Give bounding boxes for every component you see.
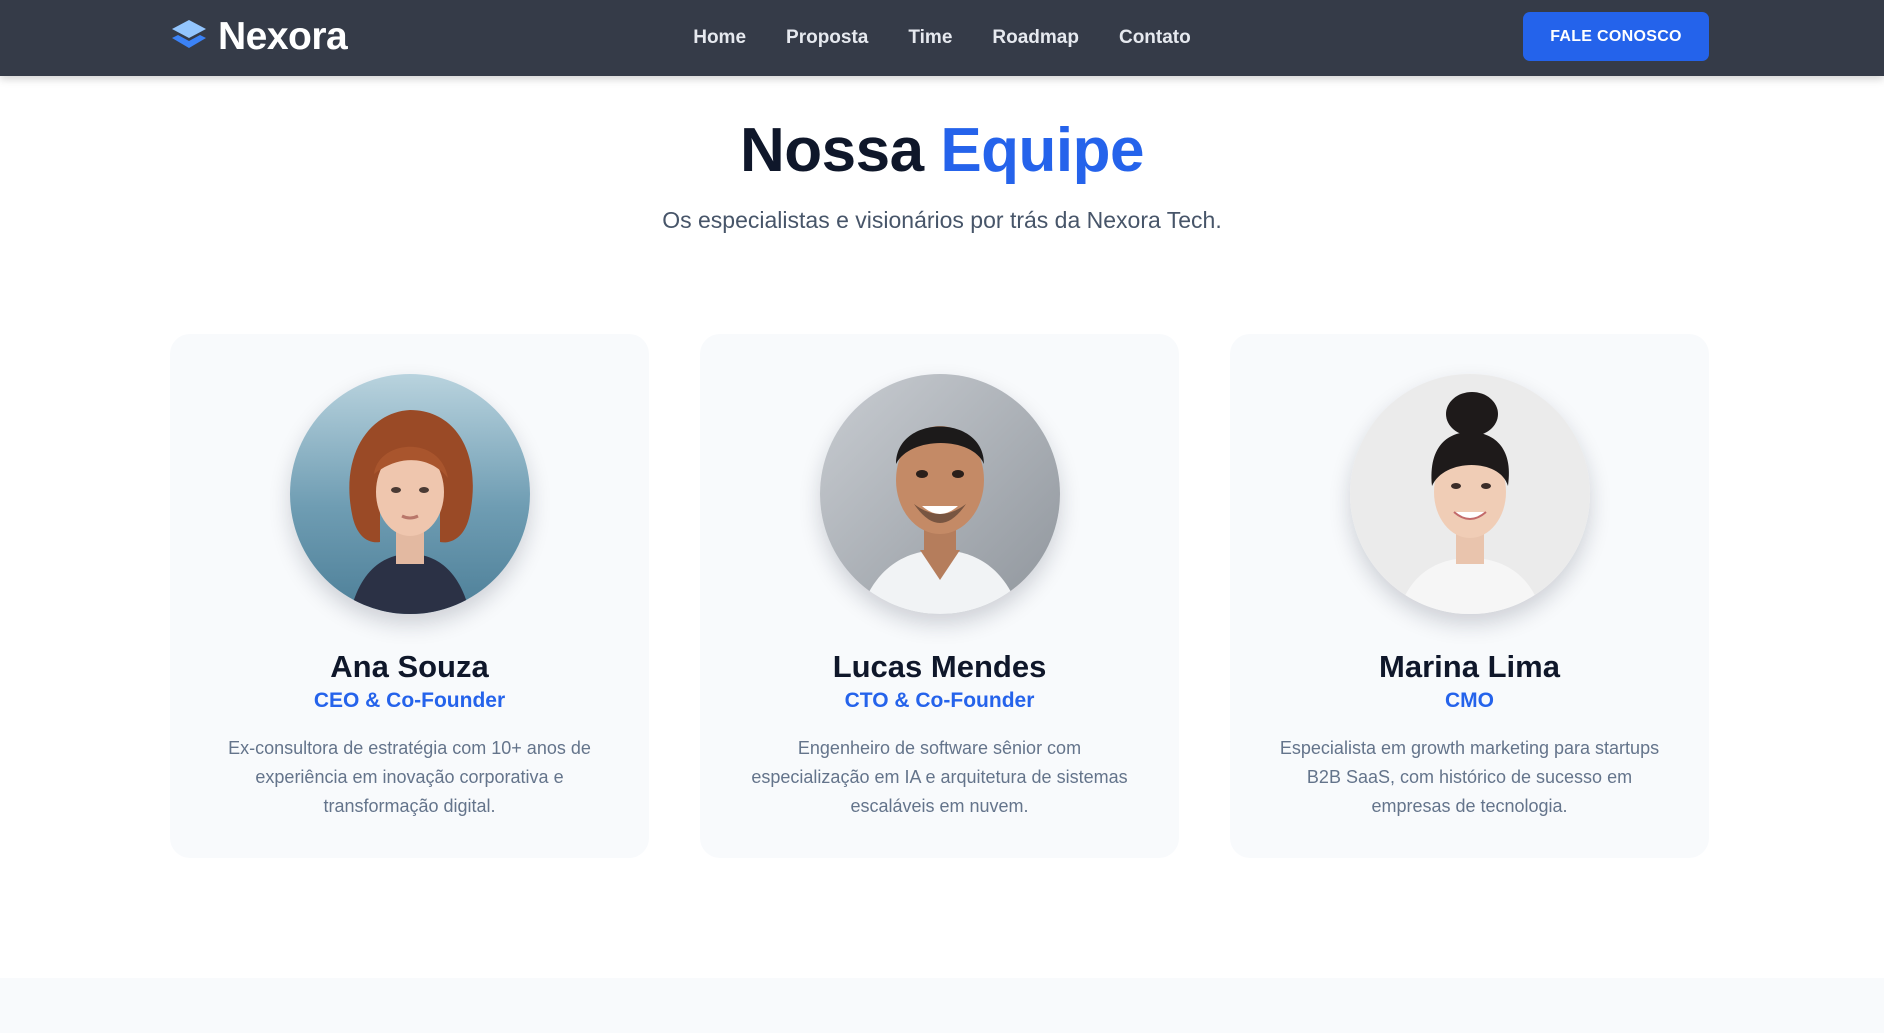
team-card-lucas-mendes: Lucas Mendes CTO & Co-Founder Engenheiro… <box>700 334 1179 858</box>
member-bio: Ex-consultora de estratégia com 10+ anos… <box>228 738 591 816</box>
contact-us-button[interactable]: FALE CONOSCO <box>1523 12 1709 61</box>
next-section-band <box>0 978 1884 1033</box>
avatar-marina-lima <box>1349 374 1590 614</box>
nav-link-proposta[interactable]: Proposta <box>786 27 868 49</box>
avatar-ana-souza <box>289 374 530 614</box>
team-section-header: Nossa Equipe Os especialistas e visionár… <box>0 108 1884 234</box>
team-card-ana-souza: Ana Souza CEO & Co-Founder Ex-consultora… <box>170 334 649 858</box>
portrait-photo <box>289 374 530 614</box>
brand-name: Nexora <box>218 15 348 58</box>
team-card-marina-lima: Marina Lima CMO Especialista em growth m… <box>1230 334 1709 858</box>
avatar-lucas-mendes <box>819 374 1060 614</box>
nav-link-time[interactable]: Time <box>908 27 952 49</box>
member-name: Marina Lima <box>1379 649 1560 684</box>
brand-logo-link[interactable]: Nexora <box>170 14 348 60</box>
member-role: CMO <box>1445 689 1494 712</box>
member-role: CEO & Co-Founder <box>313 689 506 712</box>
portrait-photo <box>819 374 1060 614</box>
title-main: Nossa <box>739 116 924 185</box>
nav-link-home[interactable]: Home <box>693 27 746 49</box>
member-name: Ana Souza <box>330 649 489 684</box>
member-bio: Especialista em growth marketing para st… <box>1279 738 1660 816</box>
portrait-photo <box>1349 374 1590 614</box>
nav-link-roadmap[interactable]: Roadmap <box>992 27 1079 49</box>
team-grid: Ana Souza CEO & Co-Founder Ex-consultora… <box>170 334 1710 858</box>
top-navbar: Nexora Home Proposta Time Roadmap Contat… <box>0 0 1884 76</box>
layers-icon <box>172 20 206 48</box>
nav-link-contato[interactable]: Contato <box>1119 27 1191 49</box>
member-bio: Engenheiro de software sênior com especi… <box>751 738 1128 816</box>
page-subtitle: Os especialistas e visionários por trás … <box>662 207 1222 233</box>
member-role: CTO & Co-Founder <box>844 689 1035 712</box>
title-accent: Equipe <box>940 116 1144 185</box>
member-name: Lucas Mendes <box>832 649 1047 684</box>
page-title: Nossa Equipe <box>0 108 1884 194</box>
